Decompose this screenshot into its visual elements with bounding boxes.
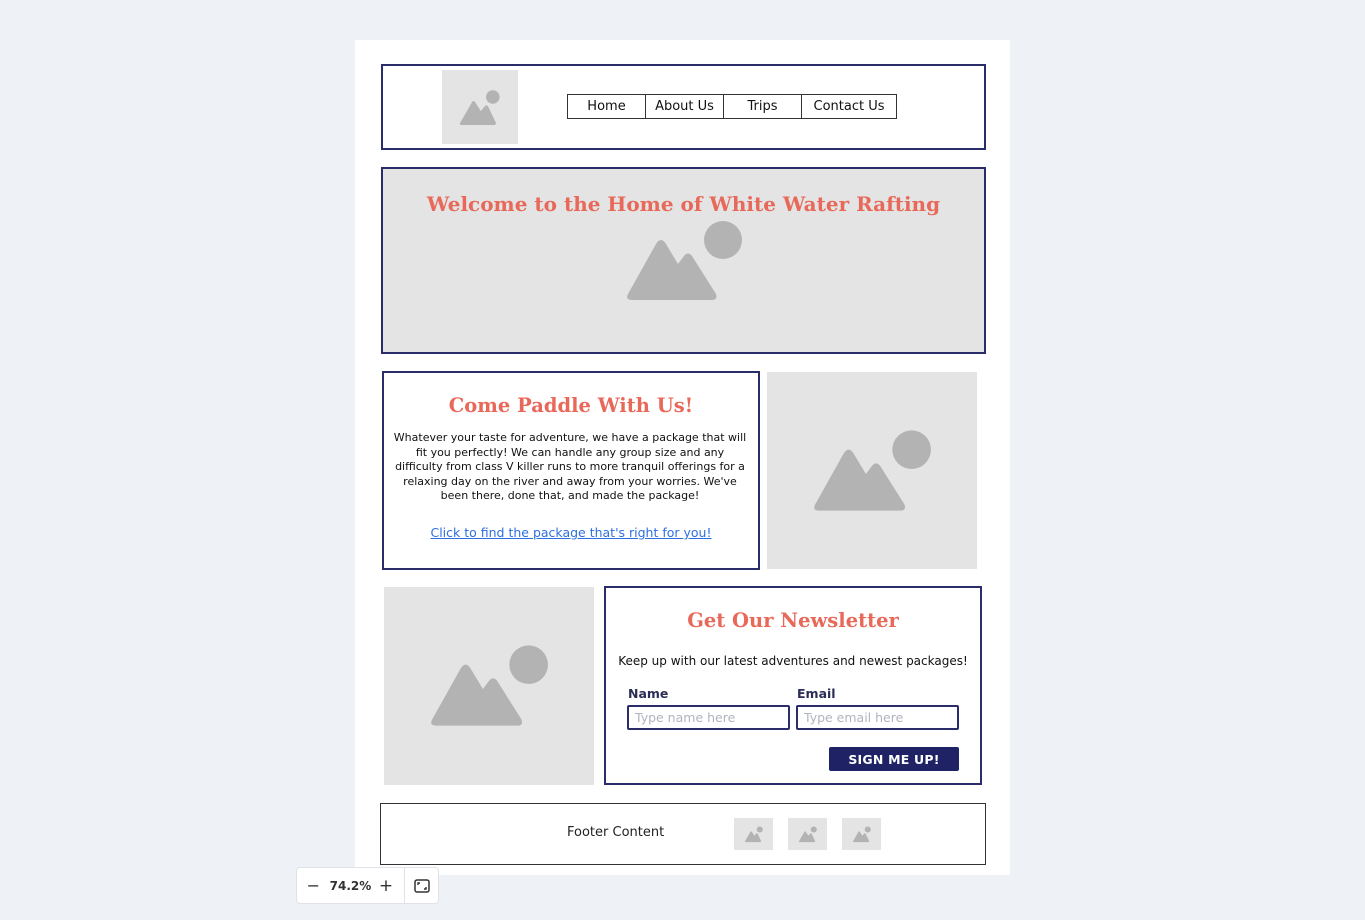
footer-section — [380, 803, 986, 865]
newsletter-title: Get Our Newsletter — [687, 609, 899, 632]
packages-link[interactable]: Click to find the package that's right f… — [382, 525, 760, 540]
image-placeholder-icon — [798, 826, 817, 843]
image-placeholder-icon — [814, 429, 931, 511]
hero-title: Welcome to the Home of White Water Rafti… — [426, 192, 941, 216]
zoom-out-button[interactable]: − — [297, 868, 330, 903]
email-input[interactable] — [796, 705, 959, 730]
name-input[interactable] — [627, 705, 790, 730]
image-placeholder-icon — [627, 221, 742, 300]
footer-social-icon-3[interactable] — [842, 818, 881, 850]
image-placeholder-icon — [431, 645, 548, 726]
hero-image-placeholder — [622, 218, 746, 304]
footer-social-icon-2[interactable] — [788, 818, 827, 850]
logo-placeholder — [442, 70, 518, 144]
zoom-in-button[interactable]: + — [370, 868, 403, 903]
newsletter-subtitle: Keep up with our latest adventures and n… — [618, 654, 968, 668]
paddle-body: Whatever your taste for adventure, we ha… — [393, 431, 747, 502]
email-label: Email — [797, 686, 836, 701]
name-label: Name — [628, 686, 669, 701]
newsletter-image-placeholder — [384, 587, 594, 785]
zoom-control: − 74.2% + — [296, 867, 439, 904]
image-placeholder-icon — [459, 90, 500, 125]
nav-contact-us[interactable]: Contact Us — [802, 95, 896, 118]
paddle-title: Come Paddle With Us! — [448, 394, 694, 417]
zoom-level: 74.2% — [329, 878, 372, 893]
footer-text: Footer Content — [567, 825, 665, 840]
minus-icon: − — [306, 876, 321, 895]
nav-home[interactable]: Home — [568, 95, 646, 118]
nav-trips[interactable]: Trips — [724, 95, 802, 118]
main-nav: Home About Us Trips Contact Us — [567, 94, 897, 119]
image-placeholder-icon — [852, 826, 871, 843]
plus-icon: + — [378, 875, 394, 896]
sign-me-up-button[interactable]: SIGN ME UP! — [829, 747, 959, 771]
paddle-image-placeholder — [767, 372, 977, 569]
image-placeholder-icon — [744, 826, 763, 843]
fit-screen-icon — [413, 878, 430, 893]
nav-about-us[interactable]: About Us — [646, 95, 724, 118]
fit-screen-button[interactable] — [405, 868, 438, 903]
footer-social-icon-1[interactable] — [734, 818, 773, 850]
